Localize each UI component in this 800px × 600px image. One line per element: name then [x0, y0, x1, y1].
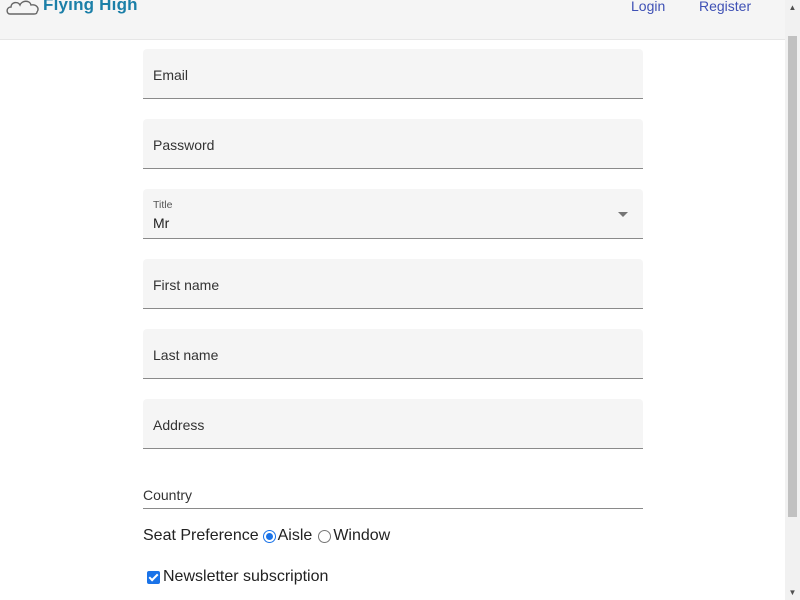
triangle-down-icon[interactable]: ▼ [785, 585, 800, 600]
title-value: Mr [153, 215, 170, 231]
scrollbar-thumb[interactable] [788, 36, 797, 517]
newsletter-label[interactable]: Newsletter subscription [163, 568, 328, 586]
country-field[interactable]: Country [143, 486, 643, 509]
app-header: Flying High Login Register [0, 0, 785, 40]
login-link[interactable]: Login [631, 0, 665, 14]
triangle-down-icon [618, 212, 628, 217]
last-name-field[interactable]: Last name [143, 329, 643, 379]
address-label: Address [153, 417, 205, 433]
country-label: Country [143, 487, 193, 503]
email-field[interactable]: Email [143, 49, 643, 99]
aisle-label[interactable]: Aisle [278, 527, 313, 545]
seat-preference-label: Seat Preference [143, 527, 259, 544]
aisle-radio[interactable] [262, 529, 276, 543]
title-select[interactable]: Title Mr [143, 189, 643, 239]
address-field[interactable]: Address [143, 399, 643, 449]
email-label: Email [153, 67, 189, 83]
newsletter-option: Newsletter subscription [147, 568, 328, 586]
password-label: Password [153, 137, 215, 153]
logo[interactable]: Flying High [6, 0, 138, 16]
seat-preference-group: Seat Preference Aisle Window [143, 527, 390, 545]
last-name-label: Last name [153, 347, 219, 363]
first-name-field[interactable]: First name [143, 259, 643, 309]
window-radio[interactable] [318, 529, 332, 543]
title-label: Title [153, 199, 173, 211]
window-label[interactable]: Window [333, 527, 390, 545]
first-name-label: First name [153, 277, 220, 293]
cloud-icon [6, 0, 42, 16]
vertical-scrollbar[interactable]: ▲ ▼ [785, 0, 800, 600]
register-link[interactable]: Register [699, 0, 751, 14]
page: Flying High Login Register Email Passwor… [0, 0, 800, 600]
newsletter-checkbox[interactable] [147, 570, 160, 584]
password-field[interactable]: Password [143, 119, 643, 169]
logo-text: Flying High [43, 0, 138, 14]
registration-form: Email Password Title Mr First name Last … [143, 49, 643, 469]
triangle-up-icon[interactable]: ▲ [785, 0, 800, 15]
